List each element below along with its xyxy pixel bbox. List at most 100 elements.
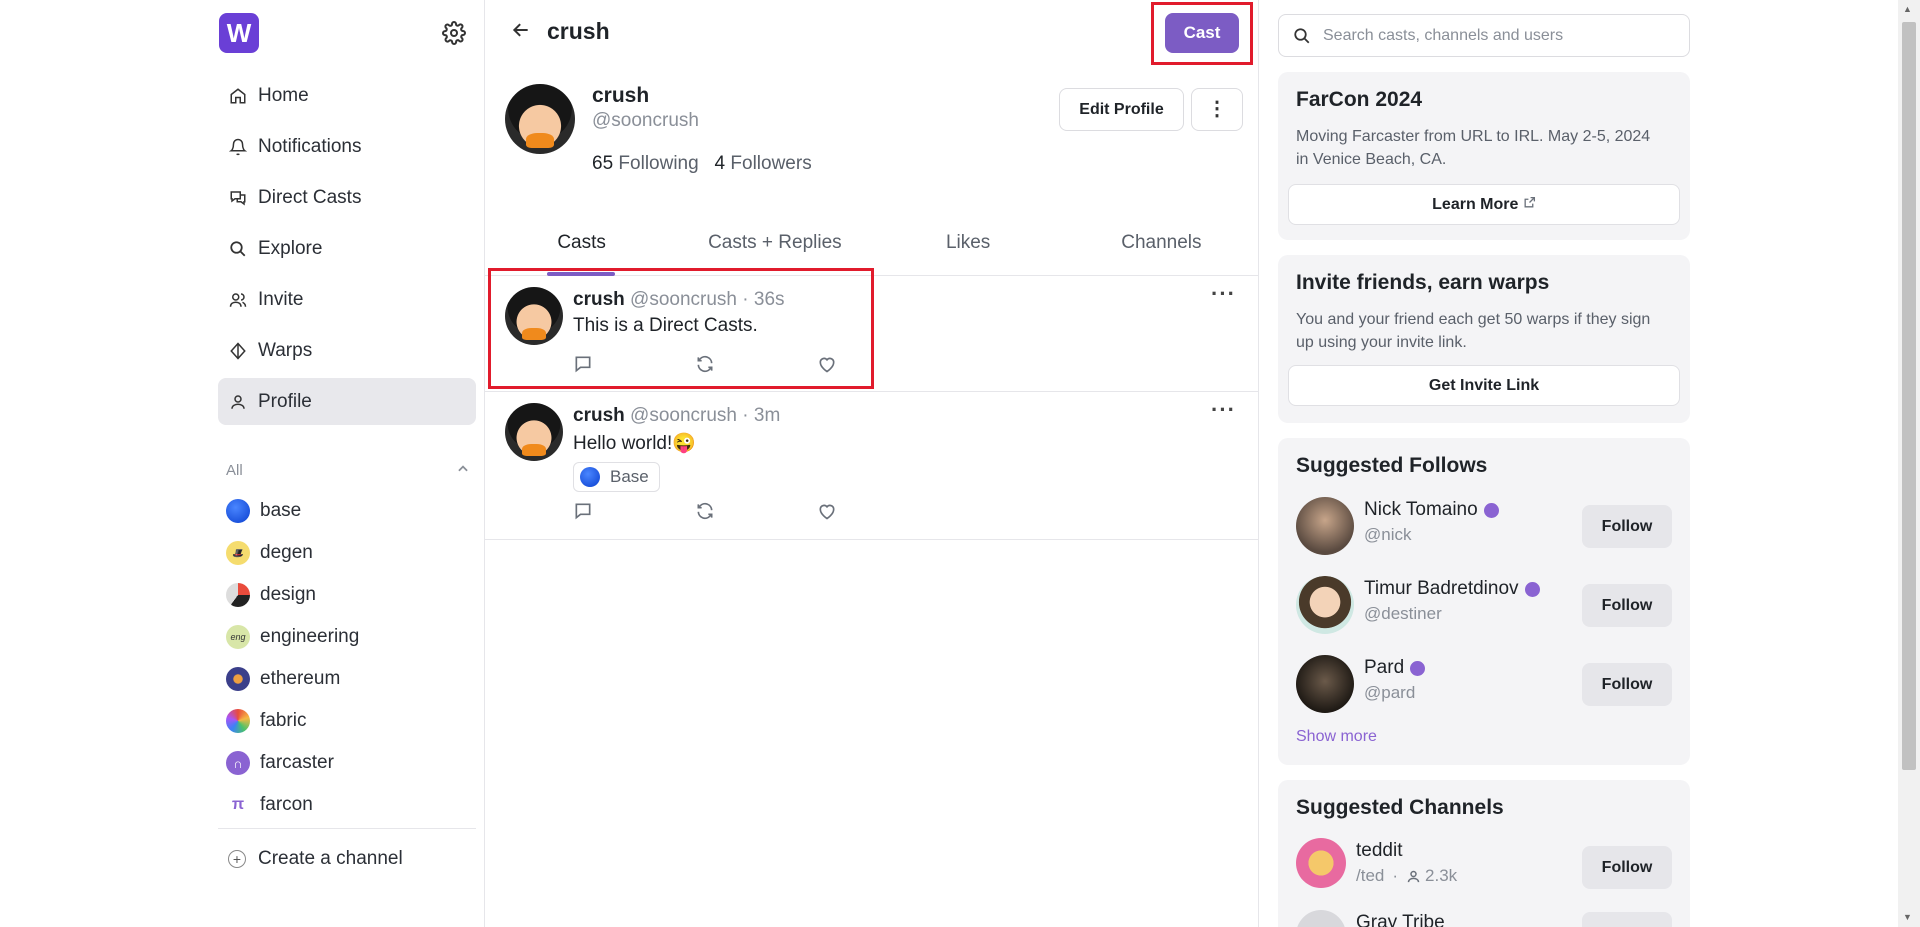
- profile-avatar[interactable]: [505, 84, 575, 154]
- verified-badge-icon: [1483, 502, 1499, 518]
- scroll-up-arrow-icon[interactable]: ▲: [1903, 4, 1912, 14]
- channel-label: base: [260, 500, 302, 521]
- farcon-card: FarCon 2024 Moving Farcaster from URL to…: [1278, 72, 1690, 240]
- meta-separator: ·: [1392, 866, 1399, 885]
- cast-avatar[interactable]: [505, 403, 563, 461]
- channel-path: /ted: [1356, 866, 1385, 885]
- channel-item-design[interactable]: design: [226, 574, 476, 616]
- search-input[interactable]: Search casts, channels and users: [1278, 14, 1690, 57]
- follow-button[interactable]: Follow: [1582, 663, 1672, 706]
- channel-item-engineering[interactable]: eng engineering: [226, 616, 476, 658]
- channel-item-farcaster[interactable]: ∩ farcaster: [226, 742, 476, 784]
- more-options-button[interactable]: ⋮: [1191, 88, 1243, 131]
- recast-icon[interactable]: [695, 500, 817, 522]
- scroll-down-arrow-icon[interactable]: ▼: [1903, 912, 1912, 922]
- users-icon: [228, 290, 248, 310]
- user-name: Pard: [1364, 657, 1426, 679]
- nav-label: Invite: [258, 288, 304, 310]
- suggested-channel[interactable]: teddit /ted · 2.3k Follow: [1296, 838, 1672, 898]
- follow-button[interactable]: [1582, 912, 1672, 927]
- invite-card: Invite friends, earn warps You and your …: [1278, 255, 1690, 423]
- user-icon: [228, 392, 248, 412]
- get-invite-link-button[interactable]: Get Invite Link: [1288, 365, 1680, 406]
- nav-warps[interactable]: Warps: [218, 327, 476, 374]
- user-handle: @destiner: [1364, 604, 1442, 623]
- suggested-channels-title: Suggested Channels: [1296, 796, 1504, 819]
- heart-icon[interactable]: [817, 500, 939, 522]
- cast-item[interactable]: crush @sooncrush · 3m Hello world!😜 ··· …: [485, 393, 1258, 540]
- follow-button[interactable]: Follow: [1582, 584, 1672, 627]
- search-icon: [1293, 27, 1311, 45]
- nav-explore[interactable]: Explore: [218, 225, 476, 272]
- main-column: crush Cast crush @sooncrush 65 Following…: [485, 0, 1258, 927]
- user-name-text: Pard: [1364, 657, 1405, 678]
- channel-tag[interactable]: Base: [573, 462, 660, 492]
- channel-item-base[interactable]: base: [226, 490, 476, 532]
- nav-notifications[interactable]: Notifications: [218, 123, 476, 170]
- nav-direct-casts[interactable]: Direct Casts: [218, 174, 476, 221]
- chevron-up-icon[interactable]: [456, 462, 470, 480]
- warpcast-logo[interactable]: W: [219, 13, 259, 53]
- suggested-user[interactable]: Timur Badretdinov @destiner Follow: [1296, 576, 1672, 636]
- reply-icon[interactable]: [573, 500, 695, 522]
- cast-author-name[interactable]: crush: [573, 405, 625, 426]
- profile-name: crush: [592, 84, 650, 107]
- channel-label: degen: [260, 542, 313, 563]
- channel-item-ethereum[interactable]: ethereum: [226, 658, 476, 700]
- external-link-icon: [1523, 196, 1536, 213]
- horizontal-dots-icon[interactable]: ···: [1211, 281, 1236, 307]
- farcaster-channel-icon: ∩: [226, 751, 250, 775]
- followers-label: Followers: [730, 153, 812, 174]
- channel-item-degen[interactable]: 🎩 degen: [226, 532, 476, 574]
- channel-item-farcon[interactable]: π farcon: [226, 784, 476, 826]
- right-panel: Search casts, channels and users FarCon …: [1278, 0, 1690, 927]
- scrollbar-thumb[interactable]: [1902, 22, 1916, 770]
- channels-header[interactable]: All: [226, 462, 470, 479]
- create-channel-button[interactable]: + Create a channel: [228, 848, 403, 870]
- invite-title: Invite friends, earn warps: [1296, 271, 1550, 294]
- verified-badge-icon: [1524, 581, 1540, 597]
- nav-home[interactable]: Home: [218, 72, 476, 119]
- cast-text: Hello world!😜: [573, 433, 696, 454]
- tab-channels[interactable]: Channels: [1065, 226, 1258, 275]
- search-icon: [228, 239, 248, 259]
- nav-profile[interactable]: Profile: [218, 378, 476, 425]
- show-more-link[interactable]: Show more: [1296, 728, 1377, 746]
- nav-invite[interactable]: Invite: [218, 276, 476, 323]
- follow-button[interactable]: Follow: [1582, 505, 1672, 548]
- suggested-channel[interactable]: Gray Tribe: [1296, 910, 1672, 927]
- avatar[interactable]: [1296, 655, 1354, 713]
- edit-profile-button[interactable]: Edit Profile: [1059, 88, 1184, 131]
- horizontal-dots-icon[interactable]: ···: [1211, 397, 1236, 423]
- channel-tag-label: Base: [610, 467, 649, 486]
- followers-link[interactable]: 4 Followers: [715, 153, 812, 174]
- avatar[interactable]: [1296, 576, 1354, 634]
- channel-list: base 🎩 degen design eng engineering ethe…: [226, 490, 476, 826]
- farcon-title: FarCon 2024: [1296, 88, 1423, 111]
- tab-likes[interactable]: Likes: [872, 226, 1065, 275]
- learn-more-button[interactable]: Learn More: [1288, 184, 1680, 225]
- farcon-text: Moving Farcaster from URL to IRL. May 2-…: [1296, 128, 1651, 168]
- following-link[interactable]: 65 Following: [592, 153, 699, 174]
- gear-icon[interactable]: [442, 21, 466, 45]
- scrollbar[interactable]: ▲ ▼: [1898, 0, 1920, 927]
- farcon-channel-icon: π: [226, 793, 250, 817]
- main-nav: Home Notifications Direct Casts Explore …: [218, 72, 476, 429]
- channel-item-fabric[interactable]: fabric: [226, 700, 476, 742]
- channel-name: Gray Tribe: [1356, 912, 1445, 927]
- follow-button[interactable]: Follow: [1582, 846, 1672, 889]
- channel-members: 2.3k: [1425, 866, 1458, 885]
- left-sidebar: W Home Notifications Direct Casts Explor…: [212, 0, 482, 927]
- cast-author-handle[interactable]: @sooncrush: [630, 405, 737, 426]
- divider: [1258, 0, 1259, 927]
- channel-label: design: [260, 584, 316, 605]
- following-label: Following: [618, 153, 699, 174]
- channel-label: engineering: [260, 626, 360, 647]
- avatar[interactable]: [1296, 497, 1354, 555]
- channel-avatar[interactable]: [1296, 838, 1346, 888]
- suggested-user[interactable]: Nick Tomaino @nick Follow: [1296, 497, 1672, 557]
- channel-avatar[interactable]: [1296, 910, 1346, 927]
- back-arrow-icon[interactable]: [511, 20, 531, 46]
- suggested-user[interactable]: Pard @pard Follow: [1296, 655, 1672, 715]
- home-icon: [228, 86, 248, 106]
